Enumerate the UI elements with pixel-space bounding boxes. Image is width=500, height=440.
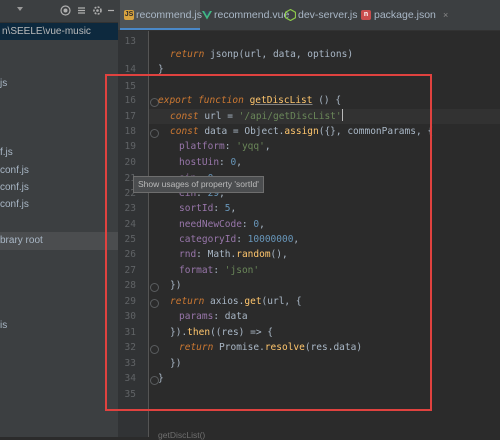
vue-file-icon [202, 11, 212, 20]
target-icon[interactable] [60, 5, 71, 16]
editor-tab-bar: JS recommend.js recommend.vue dev-server… [118, 0, 500, 31]
node-file-icon [285, 9, 296, 21]
tree-item[interactable]: conf.js [0, 163, 118, 179]
tree-item[interactable]: conf.js [0, 180, 118, 196]
tree-item[interactable]: conf.js [0, 197, 118, 213]
js-file-icon: JS [124, 10, 134, 20]
breadcrumb[interactable]: getDiscList() [158, 430, 205, 440]
tree-item[interactable]: js [0, 76, 118, 92]
tab-package-json[interactable]: n package.json × [361, 0, 471, 30]
hide-panel-icon[interactable] [106, 5, 116, 16]
project-toolbar [0, 0, 118, 23]
json-file-icon: n [361, 10, 371, 20]
close-tab-icon[interactable]: × [443, 0, 448, 30]
project-sidebar: n\SEELE\vue-music js f.js conf.js conf.j… [0, 0, 119, 437]
tab-recommend-vue[interactable]: recommend.vue [202, 0, 289, 30]
project-path[interactable]: n\SEELE\vue-music [0, 23, 118, 40]
tree-item[interactable]: is [0, 318, 118, 334]
line-number: 13 [124, 36, 136, 47]
tab-dev-server-js[interactable]: dev-server.js [285, 0, 365, 30]
code-line: return jsonp(url, data, options) [170, 49, 354, 60]
highlight-annotation-box [105, 74, 432, 411]
tree-item[interactable]: f.js [0, 145, 118, 161]
tab-recommend-js[interactable]: JS recommend.js [120, 0, 202, 30]
dropdown-arrow-icon[interactable] [15, 4, 25, 14]
tree-item-selected[interactable]: brary root [0, 232, 118, 250]
settings-gear-icon[interactable] [92, 5, 103, 16]
collapse-icon[interactable] [76, 5, 87, 16]
